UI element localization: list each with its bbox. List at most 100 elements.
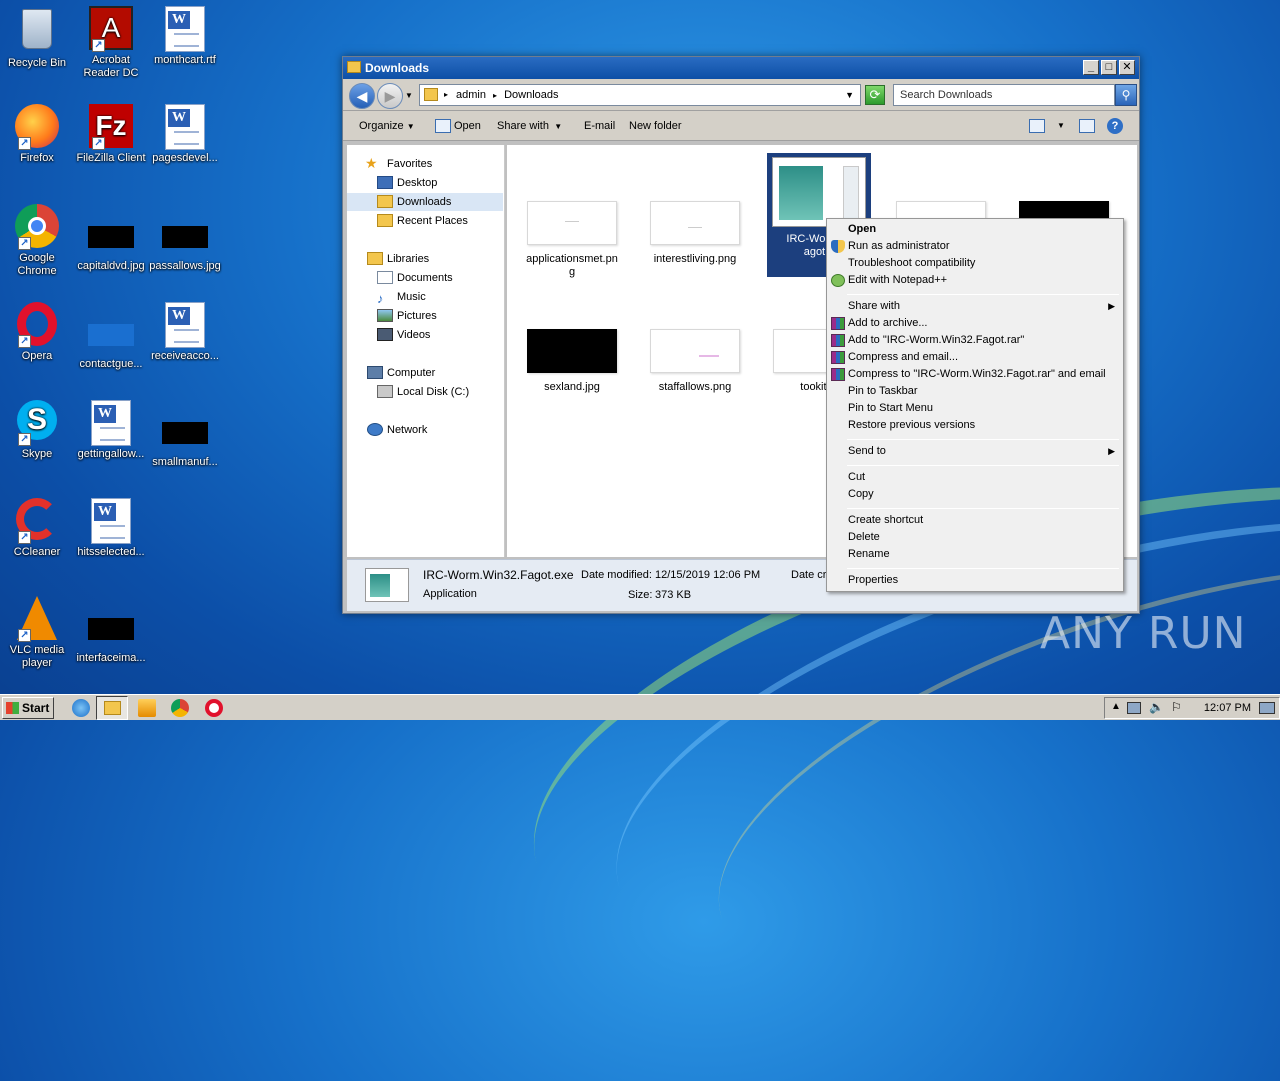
opera-icon[interactable] (205, 699, 223, 717)
back-button[interactable]: ◀ (349, 83, 375, 109)
menu-item-compress-rar-email[interactable]: Compress to "IRC-Worm.Win32.Fagot.rar" a… (848, 366, 1106, 383)
submenu-arrow-icon: ▶ (1108, 446, 1115, 456)
volume-icon[interactable]: 🔈 (1149, 700, 1164, 714)
preview-pane-icon[interactable] (1079, 119, 1095, 133)
nav-favorites[interactable]: ★ Favorites (365, 155, 432, 173)
image-thumbnail (88, 324, 134, 346)
action-center-icon[interactable] (1127, 702, 1141, 714)
folder-icon (424, 88, 438, 101)
nav-network[interactable]: Network (367, 421, 427, 439)
nav-pictures[interactable]: Pictures (377, 307, 437, 325)
clock[interactable]: 12:07 PM (1204, 702, 1251, 714)
refresh-button[interactable]: ⟳ (865, 85, 885, 105)
anyrun-watermark: ANY RUN (1040, 608, 1247, 659)
desktop-icon-capitaldvd[interactable]: capitaldvd.jpg (74, 214, 148, 273)
menu-item-add-to-rar[interactable]: Add to "IRC-Worm.Win32.Fagot.rar" (848, 332, 1024, 349)
nav-desktop[interactable]: Desktop (377, 174, 437, 192)
desktop-icon-skype[interactable]: S ↗ Skype (0, 400, 74, 461)
menu-item-rename[interactable]: Rename (848, 546, 890, 563)
media-player-icon[interactable] (138, 699, 156, 717)
desktop-icon-label: gettingallow... (77, 448, 145, 460)
view-options-dropdown[interactable]: ▼ (1057, 111, 1065, 141)
address-bar[interactable]: ▸ admin ▸ Downloads ▼ (419, 84, 861, 106)
desktop-icon-interfaceima[interactable]: interfaceima... (74, 606, 148, 665)
forward-button[interactable]: ▶ (377, 83, 403, 109)
menu-item-run-as-admin[interactable]: Run as administrator (848, 238, 950, 255)
nav-videos[interactable]: Videos (377, 326, 430, 344)
desktop-icon-smallmanuf[interactable]: smallmanuf... (148, 410, 222, 469)
desktop-icon-filezilla[interactable]: Fz ↗ FileZilla Client (74, 104, 148, 165)
menu-item-delete[interactable]: Delete (848, 529, 880, 546)
breadcrumb-admin[interactable]: admin (456, 89, 486, 101)
ie-icon[interactable] (72, 699, 90, 717)
minimize-button[interactable]: _ (1083, 60, 1099, 75)
desktop-icon-hitsselected[interactable]: W hitsselected... (74, 498, 148, 559)
desktop-icon-receiveacco[interactable]: W receiveacco... (148, 302, 222, 363)
share-with-button[interactable]: Share with ▼ (497, 111, 562, 141)
window-titlebar[interactable]: Downloads _ □ ✕ (343, 57, 1139, 79)
close-button[interactable]: ✕ (1119, 60, 1135, 75)
open-button[interactable]: Open (454, 111, 481, 141)
search-icon[interactable]: ⚲ (1115, 84, 1137, 106)
menu-item-edit-notepadpp[interactable]: Edit with Notepad++ (848, 272, 947, 289)
menu-item-compress-email[interactable]: Compress and email... (848, 349, 958, 366)
desktop-icon-ccleaner[interactable]: ↗ CCleaner (0, 498, 74, 559)
nav-computer[interactable]: Computer (367, 364, 435, 382)
menu-item-troubleshoot[interactable]: Troubleshoot compatibility (848, 255, 975, 272)
help-button[interactable]: ? (1107, 118, 1123, 134)
menu-item-create-shortcut[interactable]: Create shortcut (848, 512, 923, 529)
show-desktop-button[interactable] (1259, 702, 1275, 714)
file-item[interactable]: sexland.jpg (517, 329, 627, 394)
network-icon (367, 423, 383, 436)
start-button[interactable]: Start (2, 697, 54, 719)
desktop-icon-recycle-bin[interactable]: Recycle Bin (0, 6, 74, 70)
nav-local-disk[interactable]: Local Disk (C:) (377, 383, 469, 401)
change-view-icon[interactable] (1029, 119, 1045, 133)
nav-documents[interactable]: Documents (377, 269, 453, 287)
menu-item-add-to-archive[interactable]: Add to archive... (848, 315, 928, 332)
window-title: Downloads (365, 61, 430, 75)
desktop-icon-chrome[interactable]: ↗ Google Chrome (0, 204, 74, 278)
menu-item-copy[interactable]: Copy (848, 486, 874, 503)
menu-item-share-with[interactable]: Share with (848, 298, 900, 315)
desktop-icon-contactgue[interactable]: contactgue... (74, 312, 148, 371)
file-item[interactable]: interestliving.png (640, 201, 750, 266)
address-dropdown-icon[interactable]: ▼ (845, 85, 854, 105)
menu-item-open[interactable]: Open (848, 221, 876, 238)
nav-music[interactable]: ♪ Music (377, 288, 426, 306)
email-button[interactable]: E-mail (584, 111, 615, 141)
libraries-icon (367, 252, 383, 265)
desktop-icon-gettingallow[interactable]: W gettingallow... (74, 400, 148, 461)
organize-button[interactable]: Organize ▼ (359, 111, 415, 141)
menu-item-pin-start[interactable]: Pin to Start Menu (848, 400, 933, 417)
network-flag-icon[interactable]: ⚐ (1171, 700, 1182, 714)
maximize-button[interactable]: □ (1101, 60, 1117, 75)
menu-item-properties[interactable]: Properties (848, 572, 898, 589)
menu-item-send-to[interactable]: Send to (848, 443, 886, 460)
desktop-icon-passallows[interactable]: passallows.jpg (148, 214, 222, 273)
menu-item-restore-versions[interactable]: Restore previous versions (848, 417, 975, 434)
desktop-icon-opera[interactable]: ↗ Opera (0, 302, 74, 363)
breadcrumb-downloads[interactable]: Downloads (504, 89, 558, 101)
new-folder-button[interactable]: New folder (629, 111, 682, 141)
menu-item-cut[interactable]: Cut (848, 469, 865, 486)
file-item[interactable]: staffallows.png (640, 329, 750, 394)
nav-libraries[interactable]: Libraries (367, 250, 429, 268)
desktop-icon-vlc[interactable]: ↗ VLC media player (0, 596, 74, 670)
breadcrumb-separator[interactable]: ▸ (493, 91, 497, 100)
menu-item-pin-taskbar[interactable]: Pin to Taskbar (848, 383, 918, 400)
nav-recent-places[interactable]: Recent Places (377, 212, 468, 230)
file-item[interactable]: applicationsmet.pn g (517, 201, 627, 279)
nav-downloads[interactable]: Downloads (347, 193, 503, 211)
taskbar-explorer-active[interactable] (96, 696, 128, 720)
desktop-icon-label: contactgue... (79, 358, 143, 370)
chrome-icon[interactable] (171, 699, 189, 717)
search-input[interactable]: Search Downloads (893, 84, 1115, 106)
desktop-icon-pagesdevel[interactable]: W pagesdevel... (148, 104, 222, 165)
desktop-icon-firefox[interactable]: ↗ Firefox (0, 104, 74, 165)
desktop-icon-monthcart[interactable]: W monthcart.rtf (148, 6, 222, 67)
recent-pages-dropdown[interactable]: ▼ (405, 91, 413, 100)
show-hidden-icons-button[interactable]: ▲ (1111, 701, 1121, 712)
hard-drive-icon (377, 385, 393, 398)
desktop-icon-acrobat[interactable]: A ↗ Acrobat Reader DC (74, 6, 148, 80)
